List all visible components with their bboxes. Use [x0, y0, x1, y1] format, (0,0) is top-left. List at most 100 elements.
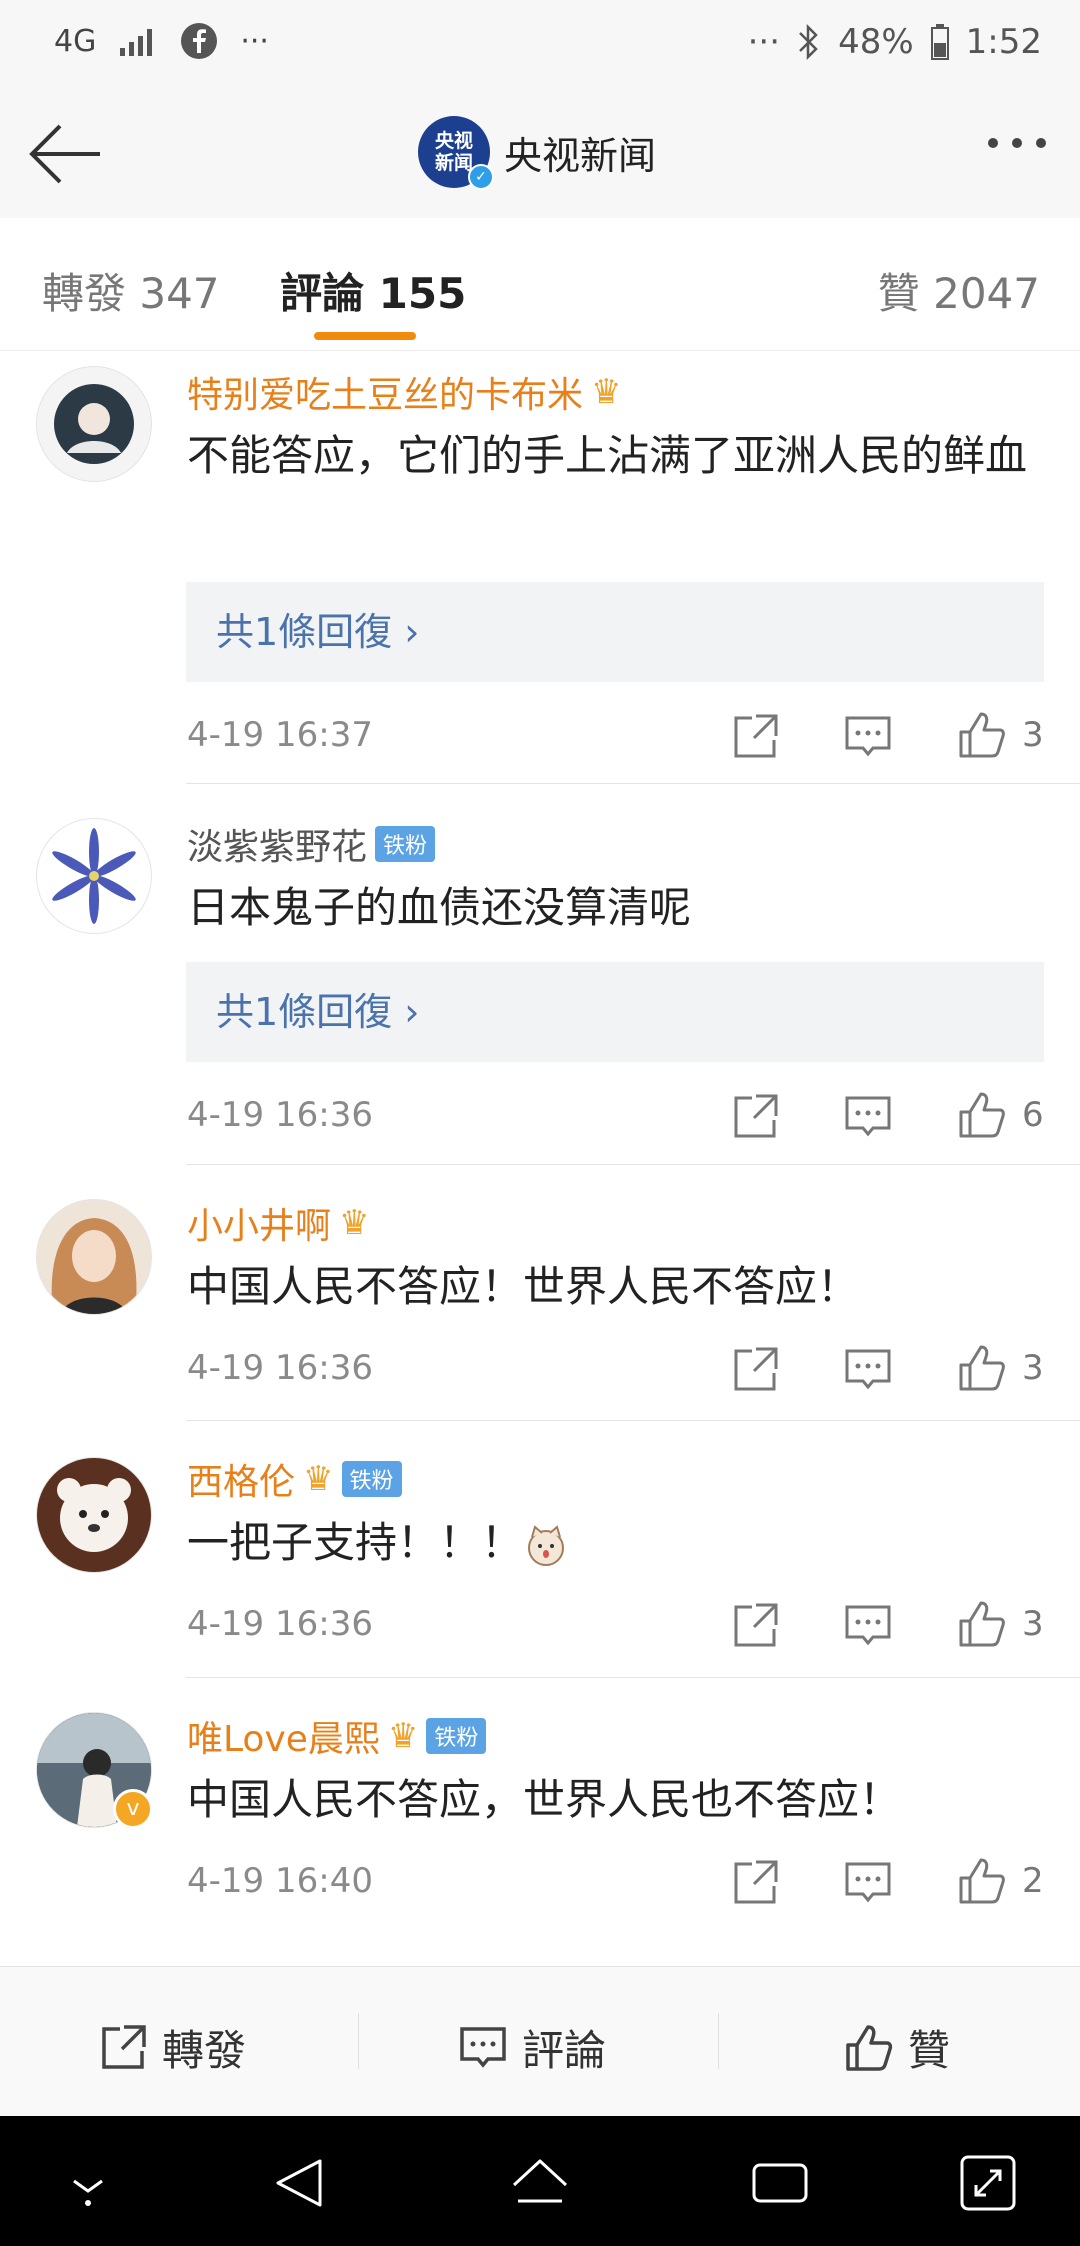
tab-comments[interactable]: 評論 155	[280, 260, 466, 321]
facebook-icon	[181, 23, 218, 59]
like-thumb-icon[interactable]	[957, 1090, 1007, 1140]
clock: 1:52	[965, 22, 1042, 62]
user-avatar-image	[52, 828, 136, 924]
fan-badge: 铁粉	[375, 826, 436, 862]
verified-icon: ✓	[468, 164, 494, 190]
back-nav-icon[interactable]	[268, 2151, 332, 2215]
comment-timestamp: 4-19 16:40	[187, 1861, 373, 1901]
signal-icon	[120, 29, 153, 56]
comment-text: 不能答应，它们的手上沾满了亚洲人民的鲜血	[187, 431, 1028, 480]
comment-timestamp: 4-19 16:37	[187, 715, 373, 755]
comment-item: 西格伦 ♛ 铁粉 一把子支持！！！ 4-19 16:36 3	[0, 1421, 1080, 1677]
like-thumb-icon[interactable]	[957, 1599, 1007, 1649]
comment-text: 一把子支持！！！	[187, 1507, 1047, 1579]
share-icon[interactable]	[730, 1858, 780, 1908]
comment-icon	[460, 2026, 506, 2068]
rotate-screen-icon[interactable]	[956, 2151, 1020, 2215]
network-indicator: 4G	[54, 23, 97, 59]
reply-comment-icon[interactable]	[843, 1092, 893, 1142]
app-header: 央视新闻 ✓ 央视新闻	[0, 90, 1080, 219]
share-icon[interactable]	[730, 1345, 780, 1395]
share-icon[interactable]	[730, 1601, 780, 1651]
like-thumb-icon[interactable]	[957, 1856, 1007, 1906]
vip-crown-icon: ♛	[387, 1716, 419, 1756]
cat-emoji-icon	[528, 1524, 565, 1566]
comment-item: 小小井啊 ♛ 中国人民不答应！世界人民不答应！ 4-19 16:36 3	[0, 1165, 1080, 1420]
view-replies-link[interactable]: 共1條回復 ›	[186, 582, 1044, 682]
status-bar: 4G ··· ··· 48% 1:52	[0, 0, 1080, 90]
comment-button[interactable]: 評論	[458, 2017, 606, 2078]
avatar[interactable]: v	[36, 1712, 153, 1829]
bottom-action-bar: 轉發 評論 贊	[0, 1966, 1080, 2117]
avatar[interactable]	[36, 818, 152, 934]
like-count: 6	[1022, 1095, 1044, 1135]
tab-bar: 轉發 347 評論 155 贊 2047	[0, 218, 1080, 351]
avatar[interactable]	[36, 1199, 152, 1315]
back-arrow-icon[interactable]	[28, 118, 104, 190]
like-button[interactable]: 贊	[844, 2017, 950, 2078]
username-text: 唯Love晨熙	[187, 1719, 380, 1760]
comment-text: 中国人民不答应，世界人民也不答应！	[187, 1775, 902, 1824]
fan-badge: 铁粉	[426, 1718, 487, 1754]
tab-likes[interactable]: 贊 2047	[878, 260, 1040, 321]
verified-v-icon: v	[113, 1789, 153, 1829]
username-text: 西格伦	[187, 1462, 296, 1503]
like-thumb-icon[interactable]	[957, 1343, 1007, 1393]
comment-timestamp: 4-19 16:36	[187, 1095, 373, 1135]
comment-text-content: 一把子支持！！！	[187, 1518, 524, 1567]
repost-label: 轉發	[162, 2026, 247, 2075]
like-count: 3	[1022, 1348, 1044, 1388]
hide-keyboard-icon[interactable]	[56, 2151, 120, 2215]
reply-comment-icon[interactable]	[843, 712, 893, 762]
username-text: 特别爱吃土豆丝的卡布米	[187, 375, 584, 416]
comment-timestamp: 4-19 16:36	[187, 1604, 373, 1644]
account-avatar[interactable]: 央视新闻 ✓	[418, 116, 494, 190]
username[interactable]: 唯Love晨熙 ♛ 铁粉	[187, 1710, 487, 1762]
vip-crown-icon: ♛	[303, 1459, 334, 1499]
share-icon[interactable]	[730, 1092, 780, 1142]
comment-text: 日本鬼子的血债还没算清呢	[187, 883, 692, 932]
like-count: 3	[1022, 715, 1044, 755]
repost-button[interactable]: 轉發	[98, 2017, 246, 2078]
bar-separator	[358, 2013, 359, 2069]
username-text: 小小井啊	[187, 1206, 332, 1247]
comment-item: v 唯Love晨熙 ♛ 铁粉 中国人民不答应，世界人民也不答应！ 4-19 16…	[0, 1678, 1080, 1966]
username[interactable]: 西格伦 ♛ 铁粉	[187, 1453, 402, 1505]
avatar[interactable]	[36, 366, 152, 482]
tab-repost[interactable]: 轉發 347	[42, 260, 220, 321]
reply-comment-icon[interactable]	[843, 1601, 893, 1651]
comment-text: 中国人民不答应！世界人民不答应！	[187, 1262, 860, 1311]
like-label: 贊	[908, 2026, 951, 2075]
home-nav-icon[interactable]	[508, 2151, 572, 2215]
comment-label: 評論	[522, 2026, 607, 2075]
account-title[interactable]: 央视新闻 ✓ 央视新闻	[418, 116, 657, 190]
reply-comment-icon[interactable]	[843, 1345, 893, 1395]
comment-item: 淡紫紫野花 铁粉 日本鬼子的血债还没算清呢 共1條回復 › 4-19 16:36…	[0, 784, 1080, 1164]
like-count: 2	[1022, 1861, 1044, 1901]
reply-comment-icon[interactable]	[843, 1858, 893, 1908]
recent-apps-icon[interactable]	[748, 2151, 812, 2215]
like-thumb-icon	[846, 2024, 893, 2071]
system-nav-bar	[0, 2116, 1080, 2246]
avatar[interactable]	[36, 1457, 152, 1573]
share-icon[interactable]	[730, 712, 780, 762]
notification-dots: ···	[240, 23, 269, 59]
view-replies-link[interactable]: 共1條回復 ›	[186, 962, 1044, 1062]
like-count: 3	[1022, 1604, 1044, 1644]
account-name: 央视新闻	[504, 133, 657, 178]
username[interactable]: 小小井啊 ♛	[187, 1197, 370, 1249]
vip-crown-icon: ♛	[339, 1203, 370, 1243]
like-thumb-icon[interactable]	[957, 710, 1007, 760]
vip-crown-icon: ♛	[591, 372, 622, 412]
battery-icon	[930, 24, 949, 60]
username[interactable]: 淡紫紫野花 铁粉	[187, 818, 436, 870]
battery-percent: 48%	[838, 22, 914, 62]
active-tab-indicator	[314, 332, 416, 340]
share-icon	[102, 2024, 146, 2069]
more-options-icon[interactable]	[988, 138, 1046, 148]
notification-dots: ···	[747, 22, 781, 62]
comment-timestamp: 4-19 16:36	[187, 1348, 373, 1388]
user-avatar-image	[57, 1478, 131, 1552]
username[interactable]: 特别爱吃土豆丝的卡布米 ♛	[187, 366, 622, 418]
bar-separator	[718, 2013, 719, 2069]
